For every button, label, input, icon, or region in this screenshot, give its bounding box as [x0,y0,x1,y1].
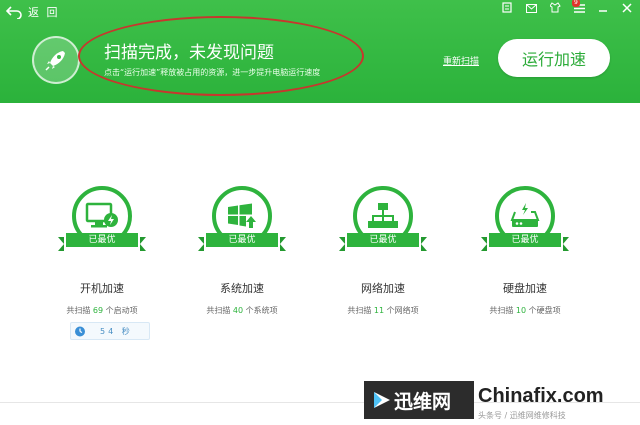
feedback-icon[interactable] [500,2,514,16]
watermark-logo: 迅维网 [364,381,474,419]
card-title: 硬盘加速 [503,282,547,295]
mail-icon[interactable] [524,2,538,16]
watermark-domain: Chinafix.com [478,385,604,407]
minimize-icon[interactable] [596,2,610,16]
close-icon[interactable] [620,2,634,16]
boot-time-indicator: 54 秒 [70,322,150,340]
optimal-ribbon: 已最优 [198,233,286,251]
optimal-ribbon: 已最优 [481,233,569,251]
window-controls [500,2,634,16]
card-title: 系统加速 [220,282,264,295]
rocket-icon [32,36,80,84]
boot-time-value: 54 秒 [100,326,133,336]
watermark-arrow-icon [374,392,390,408]
annotation-oval [78,16,364,96]
card-title: 开机加速 [80,282,124,295]
card-desc: 共扫描 69 个启动项 [66,306,138,315]
watermark-toutiao: 头条号 / 迅维网维修科技 [478,411,566,420]
run-accelerate-button[interactable]: 运行加速 [498,39,610,77]
watermark-cn: 迅维网 [394,390,452,413]
header-bar: 返 回 9 扫描完成，未发现问题 点击“运行加速”释放被占用的资源，进一步提升电… [0,0,640,103]
card-desc: 共扫描 11 个网络项 [347,306,419,315]
optimal-ribbon: 已最优 [58,233,146,251]
back-arrow-icon [6,6,22,19]
back-button[interactable]: 返 回 [6,3,60,21]
optimal-ribbon: 已最优 [339,233,427,251]
card-desc: 共扫描 10 个硬盘项 [489,306,561,315]
card-title: 网络加速 [361,282,405,295]
back-label: 返 回 [28,6,60,19]
rescan-link[interactable]: 重新扫描 [443,54,479,67]
skin-icon[interactable] [548,2,562,16]
stopwatch-icon [75,326,85,337]
card-desc: 共扫描 40 个系统项 [206,306,278,315]
notification-badge: 9 [572,0,580,7]
